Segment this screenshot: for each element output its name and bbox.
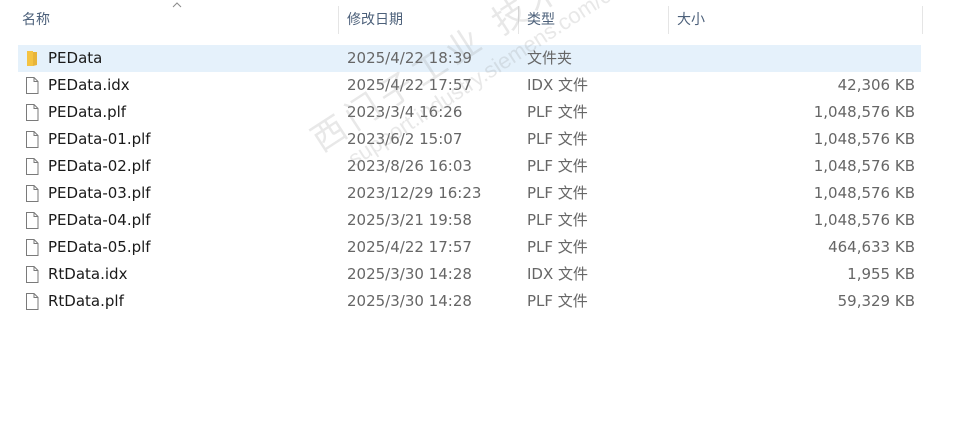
file-size: 42,306 KB (837, 76, 915, 94)
file-modified-date: 2025/4/22 18:39 (347, 49, 472, 67)
file-type: PLF 文件 (527, 103, 588, 121)
file-type: PLF 文件 (527, 184, 588, 202)
file-modified-date: 2025/3/30 14:28 (347, 265, 472, 283)
file-size: 1,048,576 KB (813, 211, 915, 229)
file-type: PLF 文件 (527, 238, 588, 256)
file-row[interactable]: PEData-01.plf 2023/6/2 15:07 PLF 文件 1,048,5… (18, 126, 921, 153)
file-size: 1,955 KB (847, 265, 915, 283)
file-name: RtData.idx (48, 265, 128, 283)
file-modified-date: 2023/6/2 15:07 (347, 130, 463, 148)
sort-ascending-icon (172, 2, 182, 8)
file-type: PLF 文件 (527, 157, 588, 175)
column-header-type[interactable]: 类型 (527, 0, 555, 40)
file-name: PEData-02.plf (48, 157, 151, 175)
file-size: 59,329 KB (837, 292, 915, 310)
column-header-date[interactable]: 修改日期 (347, 0, 403, 40)
file-row[interactable]: PEData 2025/4/22 18:39 文件夹 (18, 45, 921, 72)
column-header-bar: 名称 修改日期 类型 大小 (0, 0, 979, 40)
column-divider[interactable] (518, 6, 519, 34)
file-row[interactable]: PEData-02.plf 2023/8/26 16:03 PLF 文件 1,048,… (18, 153, 921, 180)
file-name: PEData.idx (48, 76, 130, 94)
column-divider[interactable] (668, 6, 669, 34)
file-row[interactable]: PEData.idx 2025/4/22 17:57 IDX 文件 42,306 KB (18, 72, 921, 99)
file-icon (26, 104, 39, 121)
file-row[interactable]: PEData-05.plf 2025/4/22 17:57 PLF 文件 464,63… (18, 234, 921, 261)
file-row[interactable]: RtData.plf 2025/3/30 14:28 PLF 文件 59,329 KB (18, 288, 921, 315)
file-name: RtData.plf (48, 292, 124, 310)
file-name: PEData-04.plf (48, 211, 151, 229)
file-name: PEData (48, 49, 103, 67)
file-icon (26, 185, 39, 202)
file-name: PEData-03.plf (48, 184, 151, 202)
file-icon (26, 131, 39, 148)
file-modified-date: 2025/4/22 17:57 (347, 238, 472, 256)
file-size: 1,048,576 KB (813, 130, 915, 148)
file-type: 文件夹 (527, 49, 573, 67)
file-list: PEData 2025/4/22 18:39 文件夹 PEData.idx 2025/… (18, 45, 921, 315)
file-type: PLF 文件 (527, 211, 588, 229)
file-row[interactable]: RtData.idx 2025/3/30 14:28 IDX 文件 1,955 KB (18, 261, 921, 288)
file-modified-date: 2025/3/21 19:58 (347, 211, 472, 229)
column-header-name[interactable]: 名称 (22, 0, 50, 40)
file-modified-date: 2025/4/22 17:57 (347, 76, 472, 94)
file-modified-date: 2023/12/29 16:23 (347, 184, 482, 202)
file-icon (26, 239, 39, 256)
file-size: 1,048,576 KB (813, 184, 915, 202)
file-type: PLF 文件 (527, 292, 588, 310)
file-name: PEData-05.plf (48, 238, 151, 256)
column-divider[interactable] (338, 6, 339, 34)
file-type: PLF 文件 (527, 130, 588, 148)
file-icon (26, 77, 39, 94)
file-size: 1,048,576 KB (813, 103, 915, 121)
column-header-size[interactable]: 大小 (677, 0, 705, 40)
file-row[interactable]: PEData.plf 2023/3/4 16:26 PLF 文件 1,048,576 … (18, 99, 921, 126)
file-type: IDX 文件 (527, 76, 589, 94)
file-icon (26, 266, 39, 283)
file-row[interactable]: PEData-03.plf 2023/12/29 16:23 PLF 文件 1,048… (18, 180, 921, 207)
file-icon (26, 212, 39, 229)
file-size: 464,633 KB (828, 238, 915, 256)
column-divider[interactable] (922, 6, 923, 34)
file-name: PEData-01.plf (48, 130, 151, 148)
file-modified-date: 2025/3/30 14:28 (347, 292, 472, 310)
file-icon (26, 293, 39, 310)
folder-icon (27, 51, 37, 66)
file-modified-date: 2023/3/4 16:26 (347, 103, 463, 121)
file-name: PEData.plf (48, 103, 127, 121)
file-type: IDX 文件 (527, 265, 589, 283)
file-icon (26, 158, 39, 175)
file-size: 1,048,576 KB (813, 157, 915, 175)
file-row[interactable]: PEData-04.plf 2025/3/21 19:58 PLF 文件 1,048,… (18, 207, 921, 234)
file-modified-date: 2023/8/26 16:03 (347, 157, 472, 175)
